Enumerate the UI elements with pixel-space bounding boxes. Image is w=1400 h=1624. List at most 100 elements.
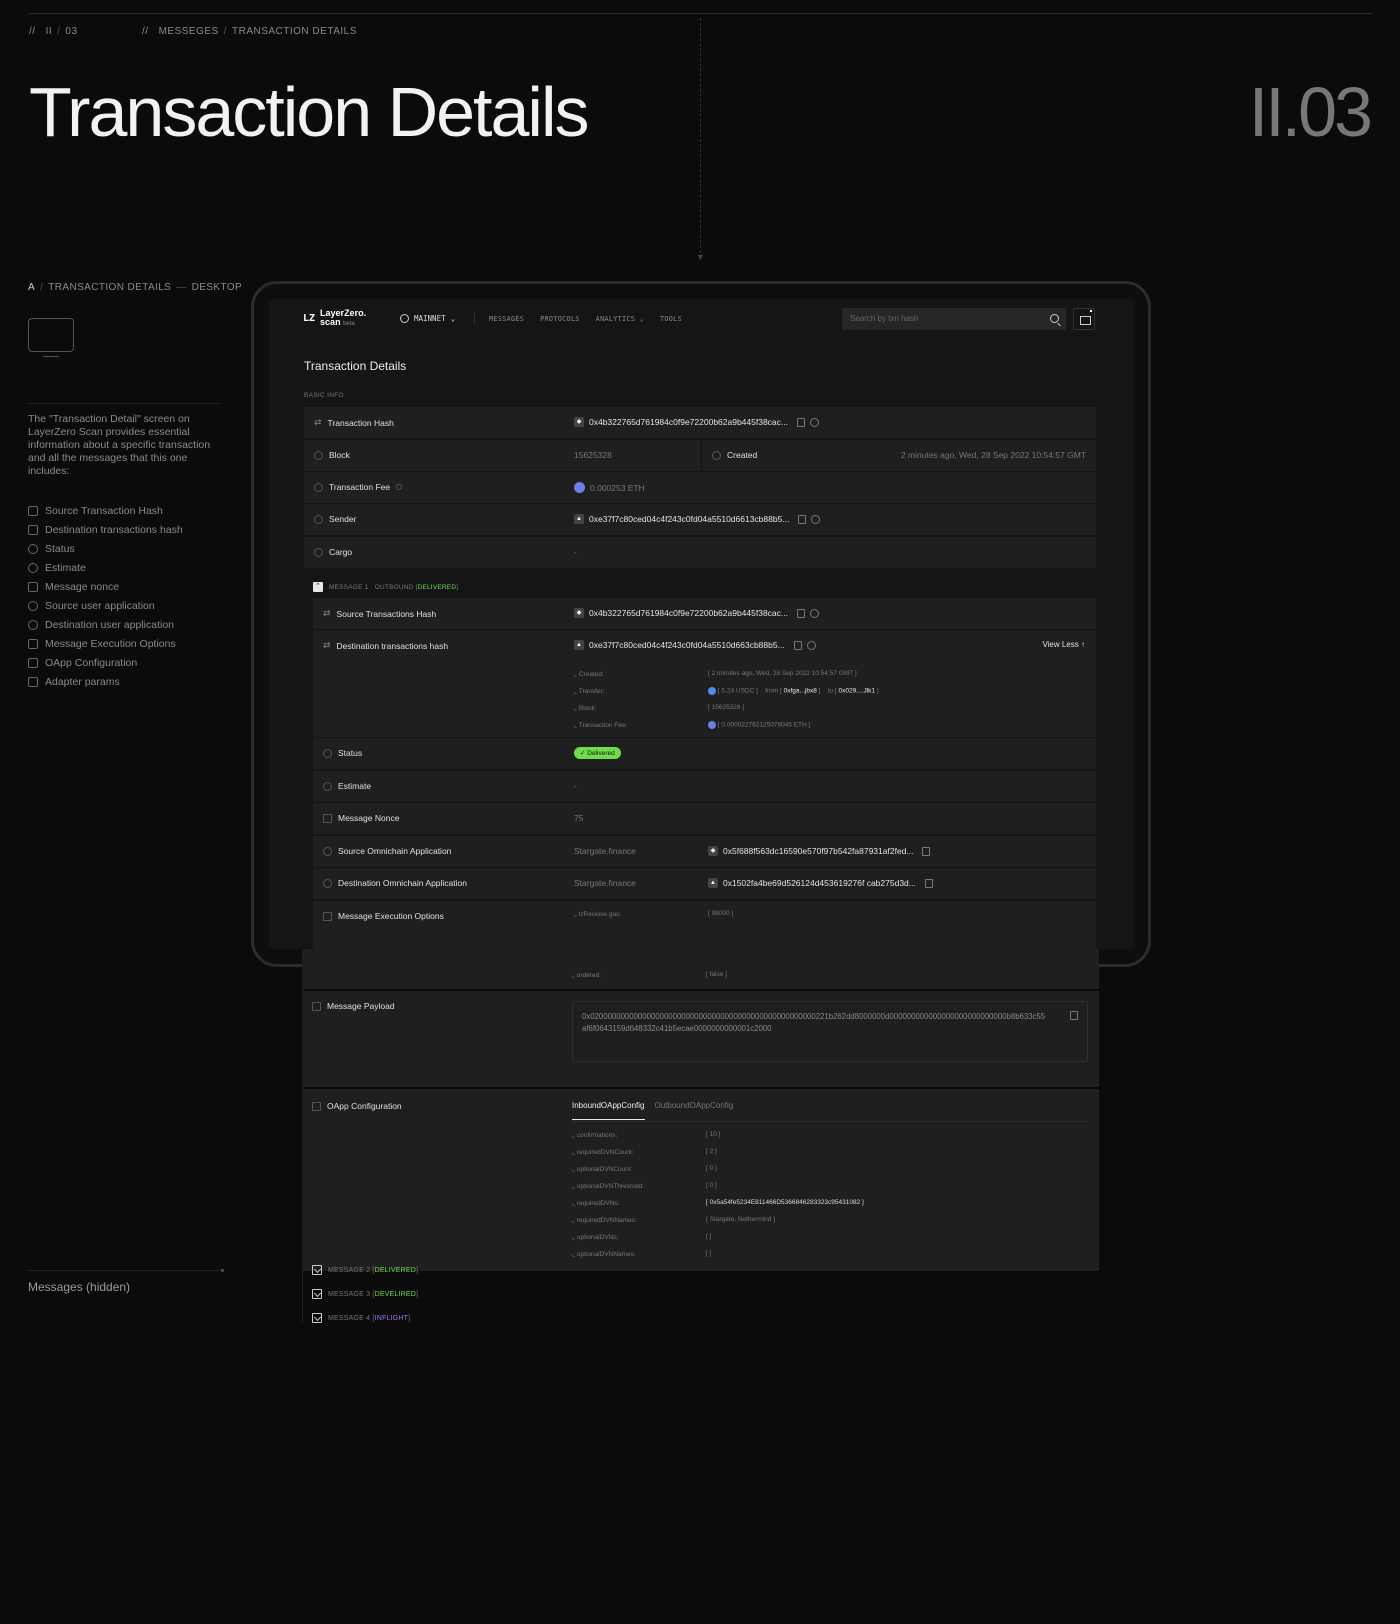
usdc-icon — [708, 687, 716, 695]
app-icon — [323, 878, 332, 888]
table-row: Block 15625328 Created 2 minutes ago, We… — [304, 440, 1096, 471]
list-item: Destination user application — [28, 615, 183, 634]
chevron-down-icon[interactable] — [312, 1313, 322, 1323]
desktop-monitor-icon — [28, 318, 74, 357]
src-app-link[interactable]: 0x5f688f563dc16590e570f97b542fa87931af2f… — [723, 846, 913, 856]
clock-icon — [28, 562, 38, 573]
messages-hidden-label: Messages (hidden) — [28, 1280, 131, 1294]
config-tabs: InboundOAppConfig OutboundOAppConfig — [572, 1101, 733, 1120]
table-row: Status ✓ Delivered — [313, 738, 1096, 769]
table-row-continued: ⌞ ordered: [ false ] — [302, 949, 1099, 989]
nav-analytics[interactable]: ANALYTICS ⌄ — [596, 315, 644, 323]
payload-box[interactable]: 0x02000000000000000000000000000000000000… — [572, 1001, 1088, 1062]
avalanche-chain-icon: ▲ — [574, 514, 584, 524]
avalanche-chain-icon: ▲ — [708, 878, 718, 888]
list-item: Message nonce — [28, 577, 183, 596]
chevron-up-icon[interactable]: ⌃ — [313, 582, 323, 592]
layerzero-logo-icon: LZ — [303, 313, 316, 324]
options-icon — [323, 911, 332, 921]
doc-icon — [323, 813, 332, 823]
options-icon — [312, 1101, 321, 1111]
sender-link[interactable]: 0xe37f7c80ced04c4f243c0fd04a5510d6613cb8… — [589, 514, 789, 524]
message-2-header[interactable]: MESSAGE 2 [DELIVERED] — [312, 1265, 418, 1275]
avalanche-chain-icon: ▲ — [574, 640, 584, 650]
table-row: Message Execution Options ⌞ lzReceive.ga… — [313, 901, 1096, 949]
page-title: Transaction Details — [29, 73, 590, 151]
list-item: Estimate — [28, 558, 183, 577]
view-less-button[interactable]: View Less ↑ — [1042, 640, 1085, 649]
explorer-icon[interactable] — [811, 514, 821, 524]
wallet-button[interactable] — [1073, 308, 1095, 330]
copy-icon[interactable] — [924, 878, 933, 888]
explorer-icon[interactable] — [810, 608, 819, 618]
breadcrumb-section: //II/03 — [29, 26, 78, 37]
clock-icon — [712, 450, 721, 460]
logo[interactable]: LZ LayerZero. scan beta — [303, 309, 366, 329]
nav-messages[interactable]: MESSAGES — [489, 315, 524, 323]
explorer-icon[interactable] — [806, 640, 816, 650]
options-icon — [28, 657, 38, 668]
nav-tools[interactable]: TOOLS — [660, 315, 682, 323]
copy-icon[interactable] — [1070, 1011, 1078, 1020]
message-4-header[interactable]: MESSAGE 4 [INFLIGHT] — [312, 1313, 410, 1323]
breadcrumb: //MESSEGES / TRANSACTION DETAILS — [142, 26, 357, 37]
list-item: Adapter params — [28, 672, 183, 691]
breadcrumb-messages[interactable]: MESSEGES — [159, 26, 219, 37]
info-icon[interactable] — [396, 484, 403, 490]
swap-icon — [28, 524, 38, 535]
side-breadcrumb: A / TRANSACTION DETAILS — DESKTOP — [28, 282, 243, 293]
nav-links: MESSAGES PROTOCOLS ANALYTICS ⌄ TOOLS — [489, 315, 682, 323]
src-hash-link[interactable]: 0x4b322765d761984c0f9e72200b62a9b445f38c… — [589, 608, 788, 618]
table-row: Sender ▲ 0xe37f7c80ced04c4f243c0fd04a5510… — [304, 504, 1096, 535]
table-row: Message Payload 0x0200000000000000000000… — [302, 991, 1099, 1087]
message-1-header[interactable]: ⌃ MESSAGE 1 · OUTBOUND [DELIVERED] — [313, 582, 458, 592]
status-badge: ✓ Delivered — [574, 747, 621, 759]
status-icon — [323, 748, 332, 758]
options-icon — [28, 638, 38, 649]
app-screen: LZ LayerZero. scan beta MAINNET ⌄ MESSAGES… — [269, 299, 1135, 949]
swap-icon — [28, 505, 38, 516]
cube-icon — [314, 450, 323, 460]
explorer-icon[interactable] — [810, 417, 819, 427]
search-input[interactable]: Search by txn hash — [842, 308, 1066, 330]
ethereum-chain-icon: ◆ — [708, 846, 718, 856]
table-row: Transaction Fee 0.000253 ETH — [304, 472, 1096, 503]
section-number: II.03 — [1248, 73, 1373, 151]
chevron-down-icon[interactable] — [312, 1289, 322, 1299]
options-icon — [312, 1001, 321, 1011]
table-row: Cargo - — [304, 537, 1096, 568]
app-icon — [28, 619, 38, 630]
swap-icon: ⇄ — [323, 640, 331, 650]
side-description: The "Transaction Detail" screen on Layer… — [28, 413, 211, 477]
chevron-down-icon: ⌄ — [450, 314, 456, 323]
list-item: Status — [28, 539, 183, 558]
divider — [28, 403, 220, 404]
swap-icon: ⇄ — [314, 417, 322, 427]
copy-icon[interactable] — [922, 846, 931, 856]
copy-icon[interactable] — [797, 608, 805, 618]
copy-icon[interactable] — [797, 417, 805, 427]
feature-list: Source Transaction Hash Destination tran… — [28, 501, 183, 691]
copy-icon[interactable] — [793, 640, 802, 650]
arrow-down-icon: ▼ — [696, 252, 705, 262]
network-dropdown[interactable]: MAINNET ⌄ — [400, 314, 455, 323]
dst-app-link[interactable]: 0x1502fa4be69d526124d453619276f cab275d3… — [723, 878, 916, 888]
basic-info-label: BASIC INFO — [304, 392, 344, 399]
eth-icon — [574, 482, 585, 493]
divider — [572, 1121, 1088, 1122]
chevron-down-icon[interactable] — [312, 1265, 322, 1275]
dst-hash-link[interactable]: 0xe37f7c80ced04c4f243c0fd04a5510d663cb88… — [589, 640, 785, 650]
tx-hash-link[interactable]: 0x4b322765d761984c0f9e72200b62a9b445f38c… — [589, 417, 788, 427]
copy-icon[interactable] — [798, 514, 807, 524]
nav-protocols[interactable]: PROTOCOLS — [540, 315, 580, 323]
message-3-header[interactable]: MESSAGE 3 [DEVELIRED] — [312, 1289, 418, 1299]
app-icon — [28, 600, 38, 611]
divider — [474, 313, 475, 324]
arrow-up-icon: ↑ — [1081, 640, 1085, 649]
divider — [28, 1269, 224, 1272]
top-rule — [29, 13, 1373, 14]
search-icon[interactable] — [1050, 314, 1059, 323]
tab-outbound[interactable]: OutboundOAppConfig — [655, 1101, 734, 1120]
tab-inbound[interactable]: InboundOAppConfig — [572, 1101, 645, 1120]
eth-icon — [708, 721, 716, 729]
